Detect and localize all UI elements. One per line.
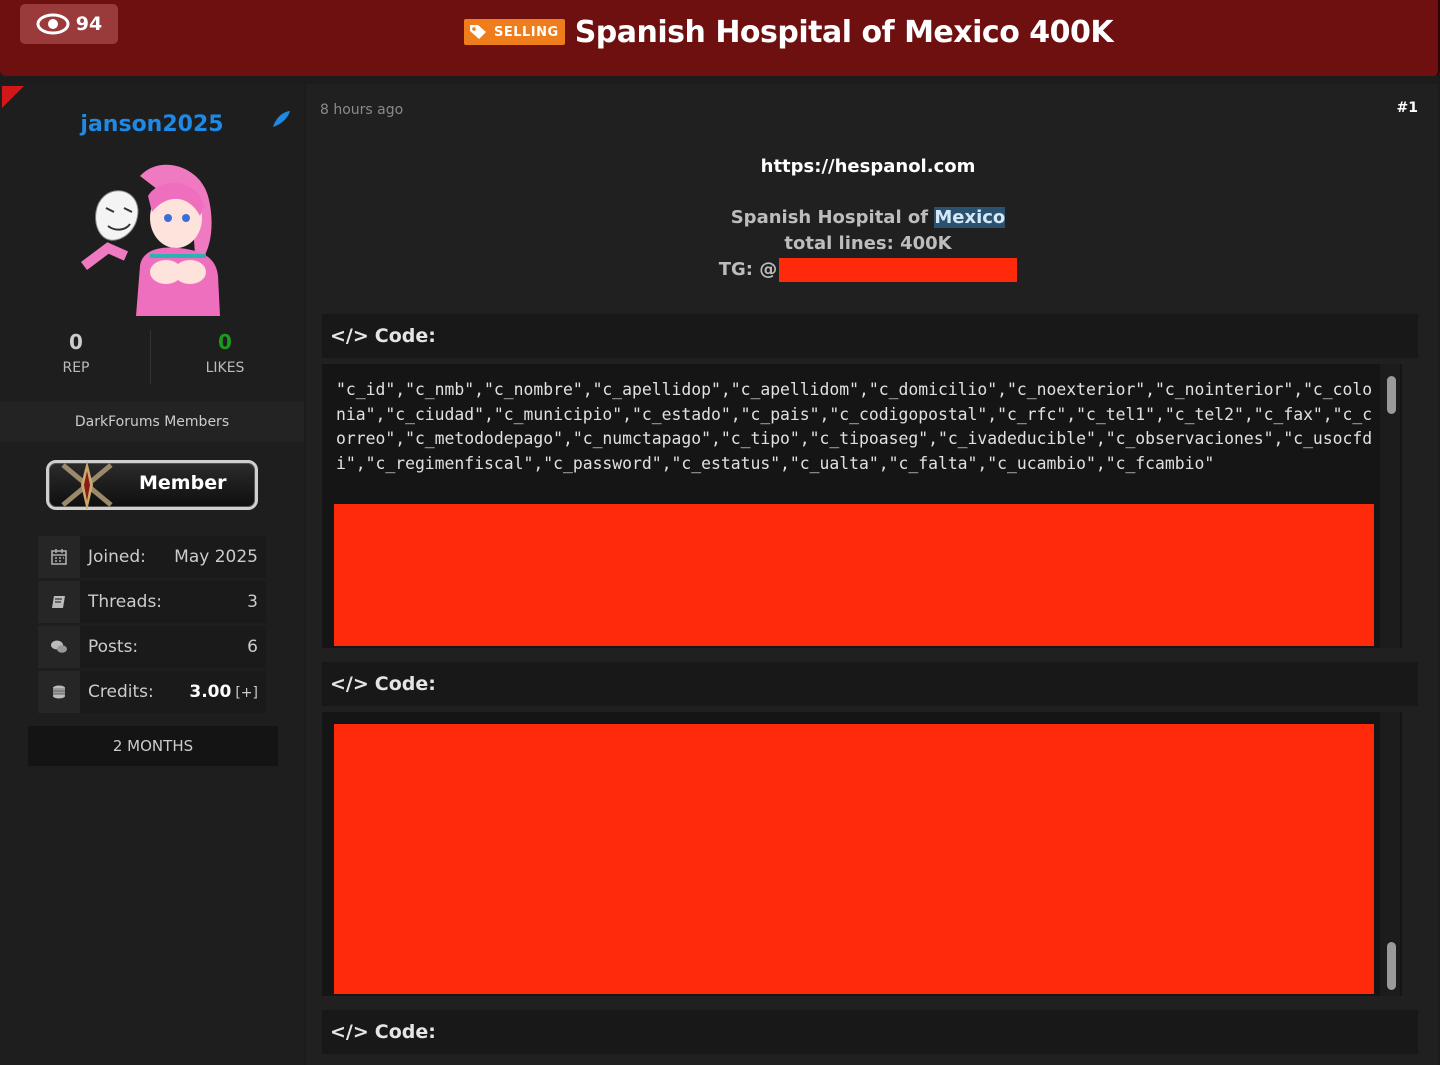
threads-value[interactable]: 3	[247, 592, 258, 612]
telegram-prefix: TG: @	[718, 259, 778, 280]
highlighted-word: Mexico	[934, 207, 1006, 228]
post-timestamp[interactable]: 8 hours ago	[320, 102, 403, 118]
rep-stat[interactable]: 0 REP	[26, 330, 126, 376]
code-block-1-header: </> Code:	[322, 314, 1418, 358]
feather-icon	[273, 111, 290, 127]
eye-icon	[36, 13, 70, 35]
member-badge-label: Member	[139, 472, 227, 494]
post-link[interactable]: https://hespanol.com	[306, 156, 1430, 177]
code-block-2[interactable]	[322, 712, 1402, 996]
code-block-3-label: Code:	[374, 1021, 436, 1043]
post-line-1: Spanish Hospital of Mexico	[306, 205, 1430, 231]
joined-row: Joined: May 2025	[38, 536, 266, 578]
code-block-1-text: "c_id","c_nmb","c_nombre","c_apellidop",…	[336, 380, 1373, 473]
code-block-1[interactable]: "c_id","c_nmb","c_nombre","c_apellidop",…	[322, 364, 1402, 648]
posts-row: Posts: 6	[38, 626, 266, 668]
membership-duration: 2 MONTHS	[28, 726, 278, 766]
post-line-2: total lines: 400K	[784, 233, 952, 254]
code-block-3-header: </> Code:	[322, 1010, 1418, 1054]
post-number[interactable]: #1	[1397, 100, 1418, 116]
joined-label: Joined:	[88, 547, 146, 567]
code-block-1-scroll-thumb[interactable]	[1387, 376, 1396, 414]
thread-title-group: SELLING Spanish Hospital of Mexico 400K	[464, 10, 1114, 54]
code-icon: </>	[330, 673, 369, 695]
tag-icon	[470, 25, 486, 39]
redacted-telegram-handle	[779, 258, 1018, 282]
post-body: https://hespanol.com Spanish Hospital of…	[306, 156, 1430, 283]
post-line-1-prefix: Spanish Hospital of	[730, 207, 935, 228]
posts-icon	[38, 626, 80, 668]
threads-icon	[38, 581, 80, 623]
rep-label: REP	[62, 360, 90, 376]
posts-value[interactable]: 6	[247, 637, 258, 657]
redacted-code-content-2	[334, 724, 1374, 994]
username-link[interactable]: janson2025	[0, 112, 304, 137]
calendar-icon	[38, 536, 80, 578]
credits-label: Credits:	[88, 682, 154, 702]
rank-emblem-icon	[61, 461, 113, 511]
thread-header: 94 SELLING Spanish Hospital of Mexico 40…	[0, 0, 1440, 76]
user-profile-panel: janson2025 0 REP 0 LIKES DarkForums Memb…	[0, 84, 304, 1065]
credits-value-group: 3.00 [+]	[189, 682, 258, 702]
joined-value: May 2025	[174, 547, 258, 567]
selling-tag[interactable]: SELLING	[464, 19, 565, 45]
view-count-badge: 94	[20, 4, 118, 44]
code-block-2-scrollbar[interactable]	[1380, 712, 1400, 996]
stat-divider	[150, 330, 151, 384]
posts-label: Posts:	[88, 637, 139, 657]
redacted-code-content-1	[334, 504, 1374, 646]
unread-corner-marker	[2, 86, 24, 108]
credits-value: 3.00	[189, 682, 232, 702]
member-rank-badge: Member	[46, 460, 258, 511]
avatar[interactable]	[80, 156, 226, 324]
credits-icon	[38, 671, 80, 713]
code-block-2-scroll-thumb[interactable]	[1387, 942, 1396, 990]
user-stats: 0 REP 0 LIKES	[0, 330, 304, 384]
user-group: DarkForums Members	[0, 402, 304, 442]
thread-title: Spanish Hospital of Mexico 400K	[574, 14, 1114, 50]
code-block-2-label: Code:	[374, 673, 436, 695]
telegram-line: TG: @	[719, 257, 1018, 283]
selling-tag-label: SELLING	[494, 24, 559, 40]
likes-value: 0	[218, 330, 232, 354]
threads-row: Threads: 3	[38, 581, 266, 623]
code-icon: </>	[330, 1021, 369, 1043]
code-icon: </>	[330, 325, 369, 347]
post-container: 8 hours ago #1 https://hespanol.com Span…	[306, 84, 1438, 1065]
add-credits-button[interactable]: [+]	[235, 685, 258, 701]
credits-row: Credits: 3.00 [+]	[38, 671, 266, 713]
rep-value: 0	[69, 330, 83, 354]
code-block-1-label: Code:	[374, 325, 436, 347]
code-block-1-scrollbar[interactable]	[1380, 364, 1400, 648]
code-block-2-header: </> Code:	[322, 662, 1418, 706]
likes-label: LIKES	[205, 360, 245, 376]
view-count: 94	[75, 13, 103, 35]
user-info-list: Joined: May 2025 Threads: 3 Posts: 6 Cre…	[38, 536, 266, 716]
threads-label: Threads:	[88, 592, 163, 612]
likes-stat[interactable]: 0 LIKES	[175, 330, 275, 376]
